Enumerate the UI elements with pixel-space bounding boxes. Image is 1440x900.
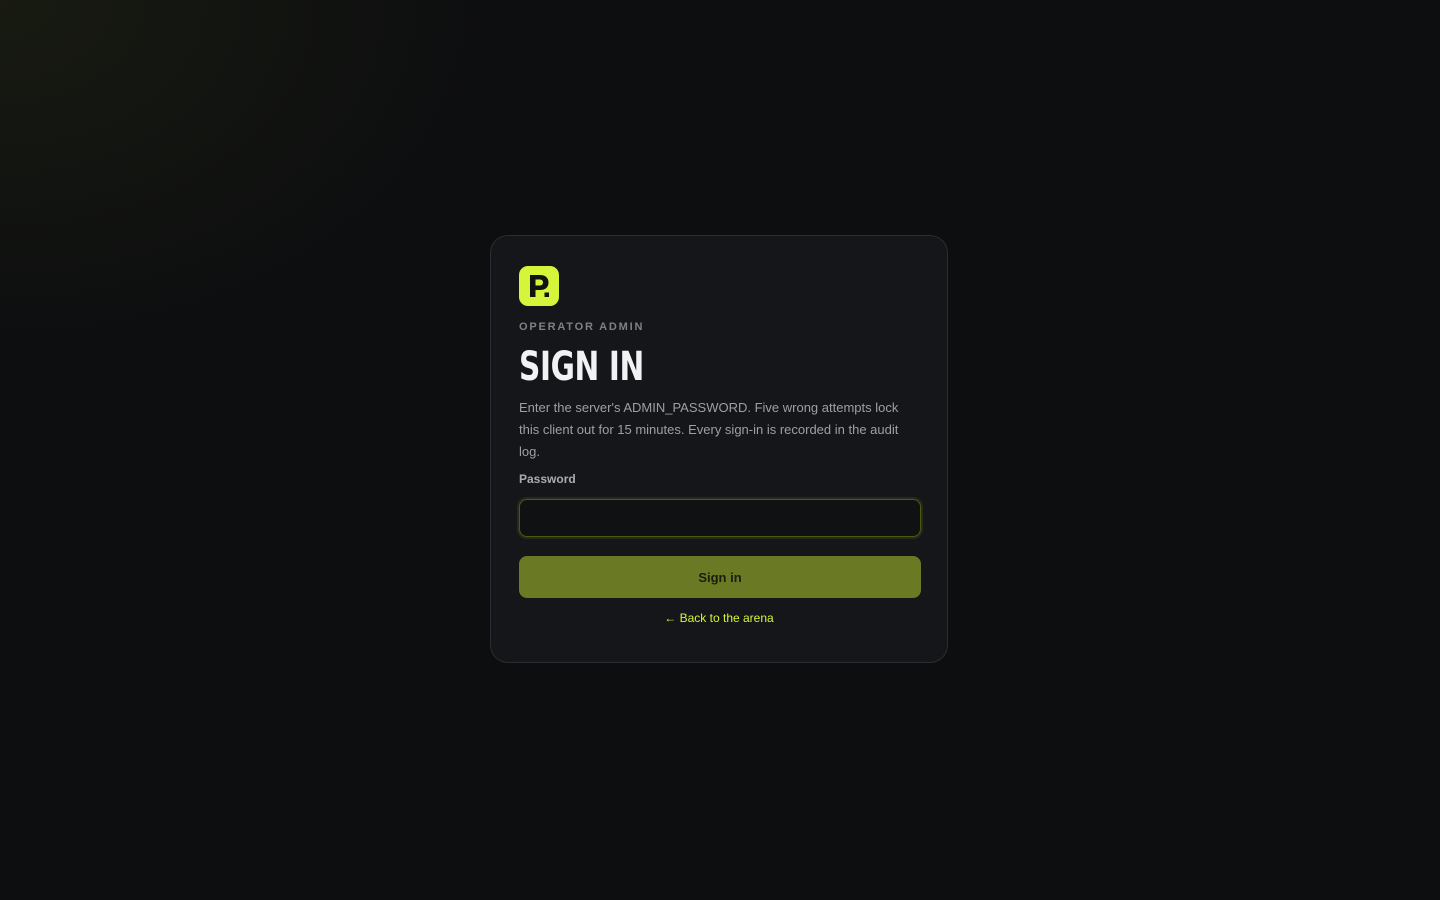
sign-in-description: Enter the server's ADMIN_PASSWORD. Five …: [519, 400, 899, 459]
password-input[interactable]: [519, 499, 921, 537]
eyebrow-label: OPERATOR ADMIN: [519, 321, 645, 333]
sign-in-button[interactable]: Sign in: [519, 556, 921, 598]
password-label: Password: [519, 472, 576, 486]
brand-logo-icon: [530, 275, 549, 297]
back-link-row: ← Back to the arena: [519, 610, 919, 626]
back-to-arena-link[interactable]: ← Back to the arena: [664, 611, 773, 625]
sign-in-card: OPERATOR ADMIN SIGN IN Enter the server'…: [490, 235, 948, 663]
page-title: SIGN IN: [519, 344, 644, 390]
brand-logo: [519, 266, 559, 306]
